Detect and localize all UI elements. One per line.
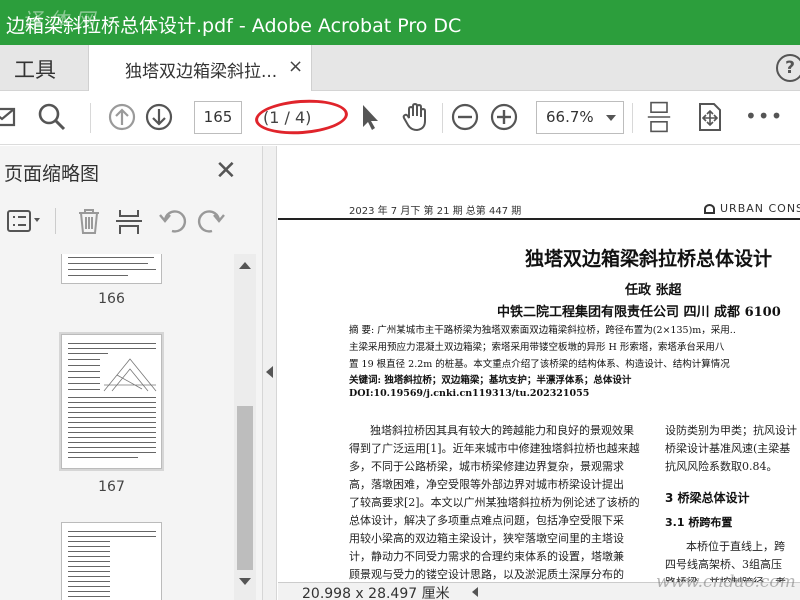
- select-cursor-icon[interactable]: [354, 101, 386, 133]
- tab-document-label: 独塔双边箱梁斜拉...: [125, 62, 278, 82]
- scrollbar-thumb[interactable]: [237, 406, 253, 570]
- scroll-up-icon[interactable]: [239, 262, 251, 269]
- title-bar: 边箱梁斜拉桥总体设计.pdf - Adobe Acrobat Pro DC 译 …: [0, 0, 800, 45]
- body-line: 设防类别为甲类；抗风设计: [665, 424, 797, 437]
- thumbnail-label: 167: [98, 479, 125, 495]
- next-page-icon[interactable]: [143, 101, 175, 133]
- body-line: 用较小梁高的双边箱主梁设计，狭窄落墩空间里的主塔设: [349, 532, 624, 545]
- paper-title: 独塔双边箱梁斜拉桥总体设计: [525, 248, 773, 270]
- paper-affiliation: 中铁二院工程集团有限责任公司 四川 成都 6100: [497, 305, 781, 320]
- doi-line: DOI:10.19569/j.cnki.cn119313/tu.20232105…: [349, 388, 590, 399]
- scroll-left-icon[interactable]: [472, 587, 478, 597]
- panel-collapse-handle[interactable]: [263, 146, 277, 600]
- more-options-button[interactable]: •••: [745, 104, 783, 128]
- body-line: 抗风风险系数取0.84。: [665, 460, 778, 473]
- zoom-select[interactable]: 66.7%: [536, 101, 624, 134]
- page-thumbnail[interactable]: [61, 522, 162, 600]
- chevron-down-icon: [606, 115, 616, 121]
- rotate-right-icon[interactable]: [197, 206, 227, 236]
- body-line: 独塔斜拉桥因其具有较大的跨越能力和良好的景观效果: [370, 424, 634, 437]
- body-line: 桥梁设计基准风速(主梁基: [665, 442, 791, 455]
- zoom-out-icon[interactable]: [449, 101, 481, 133]
- share-icon[interactable]: [0, 101, 18, 133]
- page-dimensions: 20.998 x 28.497 厘米: [302, 586, 450, 600]
- watermark-text: www.cndao.com: [656, 572, 796, 592]
- panel-title: 页面缩略图: [4, 163, 100, 185]
- abstract-line: 主梁采用预应力混凝土双边箱梁；索塔采用带镂空板墩的异形 H 形索塔，索塔承台采用…: [349, 342, 725, 353]
- tab-document[interactable]: 独塔双边箱梁斜拉... ×: [88, 45, 312, 91]
- body-line: 顾景观与受力的镂空设计思路，以及淤泥质土深厚分布的: [349, 568, 624, 581]
- journal-header: 2023 年 7 月下 第 21 期 总第 447 期: [349, 206, 522, 217]
- keywords-line: 关键词: 独塔斜拉桥；双边箱梁；基坑支护；半漂浮体系；总体设计: [349, 375, 632, 386]
- tab-bar: 工具 独塔双边箱梁斜拉... × ?: [0, 45, 800, 91]
- page-thumbnail[interactable]: [59, 332, 164, 471]
- scroll-down-icon[interactable]: [239, 578, 251, 585]
- trash-icon[interactable]: [74, 206, 104, 236]
- search-icon[interactable]: [36, 101, 68, 133]
- toolbar: 165 (1 / 4) 66.7% •••: [0, 91, 800, 145]
- thumbnail-list: 166 167: [0, 254, 234, 600]
- tab-tools[interactable]: 工具: [0, 45, 88, 91]
- section-heading: 3 桥梁总体设计: [665, 491, 750, 505]
- rotate-left-icon[interactable]: [157, 206, 187, 236]
- body-line: 了较高要求[2]。本文以广州某独塔斜拉桥为例论述了该桥的: [349, 496, 640, 509]
- help-button[interactable]: ?: [776, 54, 800, 82]
- page-thumbnail[interactable]: [61, 254, 162, 284]
- paper-authors: 任政 张超: [625, 283, 682, 298]
- body-line: 总体设计，解决了多项重点难点问题，包括净空受限下采: [349, 514, 624, 527]
- zoom-value: 66.7%: [546, 108, 594, 126]
- journal-logo-icon: [704, 204, 715, 214]
- abstract-line: 置 19 根直径 2.2m 的桩基。本文重点介绍了该桥梁的结构体系、构造设计、结…: [349, 359, 730, 370]
- body-line: 四号线高架桥、3组高压: [665, 558, 782, 571]
- subsection-heading: 3.1 桥跨布置: [665, 516, 733, 529]
- body-line: 得到了广泛运用[1]。近年来城市中修建独塔斜拉桥也越来越: [349, 442, 640, 455]
- thumbnail-options-icon[interactable]: [6, 206, 42, 236]
- page-number-input[interactable]: 165: [194, 101, 242, 134]
- thumbnail-panel: 页面缩略图 ✕ 166 167: [0, 146, 263, 600]
- abstract-line: 摘 要: 广州某城市主干路桥梁为独塔双索面双边箱梁斜拉桥，跨径布置为(2×135…: [349, 325, 736, 336]
- previous-page-icon[interactable]: [106, 101, 138, 133]
- body-line: 多，不同于公路桥梁，城市桥梁修建边界复杂，景观需求: [349, 460, 624, 473]
- body-line: 本桥位于直线上，跨: [686, 540, 785, 553]
- chevron-left-icon: [266, 366, 273, 378]
- panel-close-button[interactable]: ✕: [215, 156, 237, 186]
- journal-name: URBAN CONS: [720, 202, 800, 215]
- fit-page-icon[interactable]: [643, 101, 675, 133]
- body-line: 高，落墩困难，净空受限等外部边界对城市桥梁设计提出: [349, 478, 624, 491]
- thumbnail-scrollbar[interactable]: [234, 254, 256, 600]
- header-rule: [278, 218, 800, 220]
- body-line: 计，静动力不同受力需求的合理约束体系的设置，塔墩兼: [349, 550, 624, 563]
- panel-toolbar: [0, 200, 263, 240]
- hand-tool-icon[interactable]: [400, 101, 432, 133]
- extract-pages-icon[interactable]: [114, 206, 144, 236]
- thumbnail-label: 166: [98, 291, 125, 307]
- zoom-in-icon[interactable]: [488, 101, 520, 133]
- tab-close-button[interactable]: ×: [288, 56, 303, 77]
- full-screen-icon[interactable]: [693, 101, 725, 133]
- document-view: 2023 年 7 月下 第 21 期 总第 447 期 URBAN CONS 独…: [278, 146, 800, 582]
- tab-tools-label: 工具: [14, 58, 56, 82]
- watermark-logo: 译 体 网: [22, 8, 95, 32]
